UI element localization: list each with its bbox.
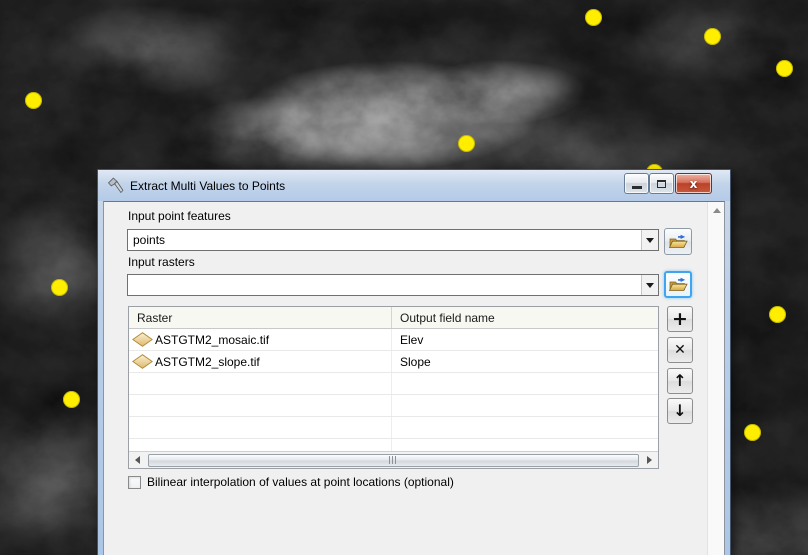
column-header-output-field[interactable]: Output field name [392, 307, 658, 328]
input-rasters-label: Input rasters [128, 255, 195, 269]
dialog-client-area: Input point features points Input raster… [103, 201, 725, 555]
dialog-vertical-scrollbar[interactable] [707, 202, 724, 555]
dialog-titlebar[interactable]: Extract Multi Values to Points x [98, 170, 730, 201]
move-down-button[interactable]: ↓ [667, 398, 693, 424]
output-field-name: Slope [400, 354, 431, 369]
bilinear-checkbox[interactable] [128, 475, 141, 489]
table-horizontal-scrollbar[interactable] [129, 451, 658, 468]
browse-rasters-button[interactable] [664, 271, 692, 298]
input-point-features-label: Input point features [128, 209, 231, 223]
hammer-tool-icon [108, 177, 124, 194]
raster-table: Raster Output field name ASTGTM2_mosaic.… [128, 306, 659, 469]
bilinear-checkbox-label: Bilinear interpolation of values at poin… [147, 475, 454, 489]
point-feature [775, 59, 793, 77]
scroll-right-button[interactable] [641, 452, 658, 468]
arrow-down-icon: ↓ [673, 401, 687, 420]
table-row[interactable]: ASTGTM2_slope.tif Slope [129, 351, 658, 373]
point-feature [24, 91, 42, 109]
remove-raster-button[interactable]: ✕ [667, 337, 693, 363]
chevron-down-icon [646, 237, 654, 243]
output-field-name: Elev [400, 332, 424, 347]
raster-layer-icon [132, 332, 153, 347]
input-rasters-dropdown-button[interactable] [641, 275, 658, 295]
point-feature [768, 305, 786, 323]
dialog-title: Extract Multi Values to Points [130, 178, 286, 193]
scrollbar-grip-icon [389, 456, 398, 464]
chevron-down-icon [646, 282, 654, 288]
minimize-button[interactable] [624, 173, 649, 194]
x-icon: ✕ [674, 342, 686, 358]
bilinear-option-row: Bilinear interpolation of values at poin… [128, 475, 454, 489]
close-icon: x [689, 176, 698, 191]
scroll-left-icon [135, 456, 140, 464]
open-folder-icon [668, 277, 688, 291]
table-empty-row[interactable] [129, 395, 658, 417]
point-feature [62, 390, 80, 408]
maximize-button[interactable] [649, 173, 674, 194]
input-point-features-dropdown-button[interactable] [641, 230, 658, 250]
input-point-features-combo[interactable]: points [127, 229, 659, 251]
point-feature [457, 134, 475, 152]
plus-icon: + [672, 307, 688, 330]
point-feature [743, 423, 761, 441]
add-raster-button[interactable]: + [667, 306, 693, 332]
column-header-raster[interactable]: Raster [129, 307, 392, 328]
point-feature [584, 8, 602, 26]
table-row[interactable]: ASTGTM2_mosaic.tif Elev [129, 329, 658, 351]
scroll-left-button[interactable] [129, 452, 146, 468]
close-button[interactable]: x [675, 173, 712, 194]
screen: Extract Multi Values to Points x Input p… [0, 0, 808, 555]
open-folder-icon [668, 234, 688, 248]
browse-point-features-button[interactable] [664, 228, 692, 255]
input-point-features-value: points [133, 233, 166, 247]
scroll-right-icon [647, 456, 652, 464]
minimize-icon [631, 186, 642, 189]
maximize-icon [657, 179, 666, 188]
dialog-form-pane: Input point features points Input raster… [104, 202, 707, 555]
move-up-button[interactable]: ↑ [667, 368, 693, 394]
arrow-up-icon: ↑ [673, 371, 687, 390]
input-rasters-combo[interactable] [127, 274, 659, 296]
scrollbar-thumb[interactable] [148, 453, 639, 467]
raster-name: ASTGTM2_mosaic.tif [155, 332, 270, 347]
extract-multi-values-dialog: Extract Multi Values to Points x Input p… [97, 169, 731, 555]
table-empty-row[interactable] [129, 373, 658, 395]
raster-name: ASTGTM2_slope.tif [155, 354, 260, 369]
point-feature [50, 278, 68, 296]
raster-table-header: Raster Output field name [129, 307, 658, 329]
scroll-up-icon [712, 208, 721, 213]
raster-layer-icon [132, 354, 153, 369]
point-feature [703, 27, 721, 45]
scroll-up-button[interactable] [709, 203, 724, 218]
table-empty-row[interactable] [129, 417, 658, 439]
